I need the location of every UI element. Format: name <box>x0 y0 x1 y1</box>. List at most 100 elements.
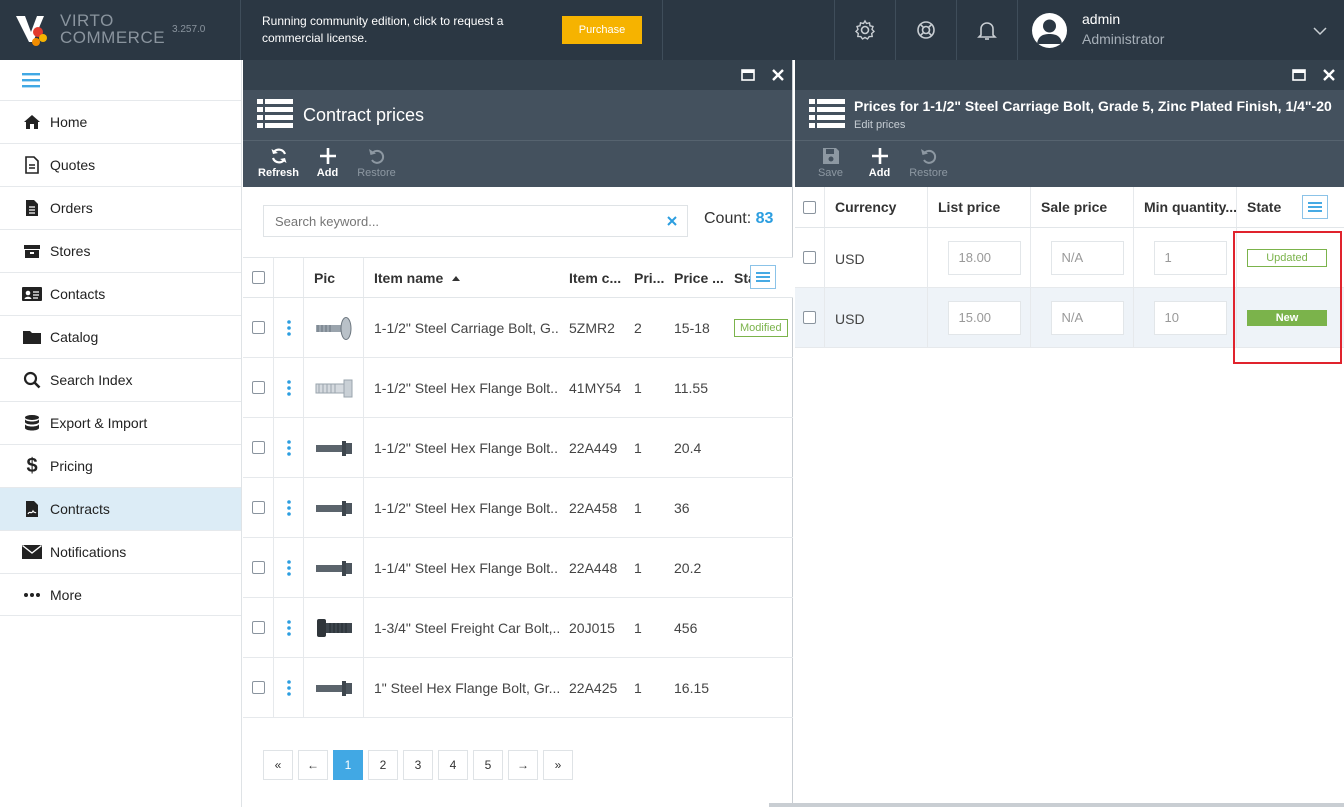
column-header-sale-price[interactable]: Sale price <box>1031 187 1134 227</box>
row-checkbox[interactable] <box>251 501 265 514</box>
table-row[interactable]: 1-1/4" Steel Hex Flange Bolt... 22A448 1… <box>243 538 793 598</box>
save-button[interactable]: Save <box>806 141 855 187</box>
row-checkbox[interactable] <box>251 561 265 574</box>
item-name: 1" Steel Hex Flange Bolt, Gr... <box>374 679 559 696</box>
row-actions-icon[interactable] <box>286 499 291 516</box>
sidebar-item-pricing[interactable]: $ Pricing <box>0 444 241 487</box>
restore-button[interactable]: Restore <box>904 141 953 187</box>
sidebar-item-notifications[interactable]: Notifications <box>0 530 241 573</box>
row-actions-icon[interactable] <box>286 679 291 696</box>
sidebar-item-home[interactable]: Home <box>0 100 241 143</box>
row-checkbox[interactable] <box>251 381 265 394</box>
top-header: VIRTO COMMERCE 3.257.0 Running community… <box>0 0 1344 60</box>
settings-gear-icon[interactable] <box>853 18 877 42</box>
sidebar: Home Quotes Orders Stores Contacts Catal… <box>0 60 242 807</box>
virto-logo[interactable]: VIRTO COMMERCE 3.257.0 <box>0 0 241 60</box>
horizontal-scrollbar[interactable] <box>769 803 1344 807</box>
row-checkbox[interactable] <box>803 251 816 264</box>
column-header-list-price[interactable]: List price <box>928 187 1031 227</box>
list-price-input[interactable]: 15.00 <box>947 300 1021 335</box>
column-header-item-name[interactable]: Item name <box>364 258 559 297</box>
row-actions-icon[interactable] <box>286 439 291 456</box>
last-page-button[interactable]: » <box>543 750 573 780</box>
sidebar-item-orders[interactable]: Orders <box>0 186 241 229</box>
prev-page-button[interactable]: ← <box>298 750 328 780</box>
row-actions-icon[interactable] <box>286 379 291 396</box>
maximize-icon[interactable] <box>741 68 755 82</box>
restore-button[interactable]: Restore <box>352 141 401 187</box>
row-checkbox[interactable] <box>251 681 265 694</box>
add-button[interactable]: Add <box>855 141 904 187</box>
column-menu-button[interactable] <box>750 265 776 289</box>
row-actions-icon[interactable] <box>286 619 291 636</box>
license-notice[interactable]: Running community edition, click to requ… <box>262 13 532 47</box>
select-all-checkbox[interactable] <box>251 271 265 284</box>
clear-search-icon[interactable] <box>667 216 677 226</box>
row-checkbox[interactable] <box>251 321 265 334</box>
contract-prices-grid: Pic Item name Item c... Pri... Price ...… <box>243 257 793 731</box>
table-row[interactable]: 1-1/2" Steel Hex Flange Bolt... 22A458 1… <box>243 478 793 538</box>
table-row[interactable]: 1-1/2" Steel Hex Flange Bolt... 41MY54 1… <box>243 358 793 418</box>
sale-price-input[interactable]: N/A <box>1050 240 1124 275</box>
document-icon <box>25 156 39 174</box>
notifications-bell-icon[interactable] <box>975 18 999 42</box>
column-header-currency[interactable]: Currency <box>825 187 928 227</box>
table-row[interactable]: 1-1/2" Steel Carriage Bolt, G... 5ZMR2 2… <box>243 298 793 358</box>
page-button-1[interactable]: 1 <box>333 750 363 780</box>
select-all-checkbox[interactable] <box>803 200 816 214</box>
page-button-5[interactable]: 5 <box>473 750 503 780</box>
state <box>724 658 793 717</box>
list-price-input[interactable]: 18.00 <box>947 240 1021 275</box>
row-actions-icon[interactable] <box>286 319 291 336</box>
sale-price-input[interactable]: N/A <box>1050 300 1124 335</box>
envelope-icon <box>22 544 42 559</box>
user-avatar[interactable] <box>1032 13 1067 48</box>
list-icon <box>809 99 845 128</box>
sidebar-item-search-index[interactable]: Search Index <box>0 358 241 401</box>
page-button-3[interactable]: 3 <box>403 750 433 780</box>
currency: USD <box>825 228 928 287</box>
add-button[interactable]: Add <box>303 141 352 187</box>
next-page-button[interactable]: → <box>508 750 538 780</box>
sidebar-item-stores[interactable]: Stores <box>0 229 241 272</box>
help-lifebuoy-icon[interactable] <box>914 18 938 42</box>
sidebar-item-label: Pricing <box>50 458 93 474</box>
sidebar-item-catalog[interactable]: Catalog <box>0 315 241 358</box>
close-icon[interactable] <box>1322 68 1336 82</box>
brand-line-2: COMMERCE <box>60 28 166 47</box>
column-menu-button[interactable] <box>1302 195 1328 219</box>
sidebar-item-quotes[interactable]: Quotes <box>0 143 241 186</box>
column-header-price[interactable]: Price ... <box>664 258 724 297</box>
refresh-button[interactable]: Refresh <box>254 141 303 187</box>
min-quantity-input[interactable]: 1 <box>1153 240 1227 275</box>
price: 11.55 <box>674 379 708 396</box>
row-checkbox[interactable] <box>251 441 265 454</box>
row-actions-icon[interactable] <box>286 559 291 576</box>
row-checkbox[interactable] <box>251 621 265 634</box>
first-page-button[interactable]: « <box>263 750 293 780</box>
chevron-down-icon[interactable] <box>1313 24 1327 38</box>
price: 20.2 <box>674 559 702 576</box>
menu-hamburger-icon[interactable] <box>22 72 40 88</box>
column-header-pic[interactable]: Pic <box>304 258 364 297</box>
table-row[interactable]: 1" Steel Hex Flange Bolt, Gr... 22A425 1… <box>243 658 793 718</box>
close-icon[interactable] <box>771 68 785 82</box>
virto-logo-mark-icon <box>16 16 47 46</box>
table-row[interactable]: 1-3/4" Steel Freight Car Bolt,... 20J015… <box>243 598 793 658</box>
purchase-button[interactable]: Purchase <box>562 16 642 44</box>
table-row[interactable]: 1-1/2" Steel Hex Flange Bolt... 22A449 1… <box>243 418 793 478</box>
column-header-item-code[interactable]: Item c... <box>559 258 624 297</box>
row-checkbox[interactable] <box>803 311 816 324</box>
user-name[interactable]: admin <box>1082 11 1120 27</box>
column-header-min-quantity[interactable]: Min quantity... <box>1134 187 1237 227</box>
sidebar-item-contacts[interactable]: Contacts <box>0 272 241 315</box>
page-button-2[interactable]: 2 <box>368 750 398 780</box>
column-header-priority[interactable]: Pri... <box>624 258 664 297</box>
search-input[interactable] <box>263 205 688 237</box>
sidebar-item-export-import[interactable]: Export & Import <box>0 401 241 444</box>
sidebar-item-contracts[interactable]: Contracts <box>0 487 241 530</box>
maximize-icon[interactable] <box>1292 68 1306 82</box>
min-quantity-input[interactable]: 10 <box>1153 300 1227 335</box>
page-button-4[interactable]: 4 <box>438 750 468 780</box>
sidebar-item-more[interactable]: More <box>0 573 241 616</box>
